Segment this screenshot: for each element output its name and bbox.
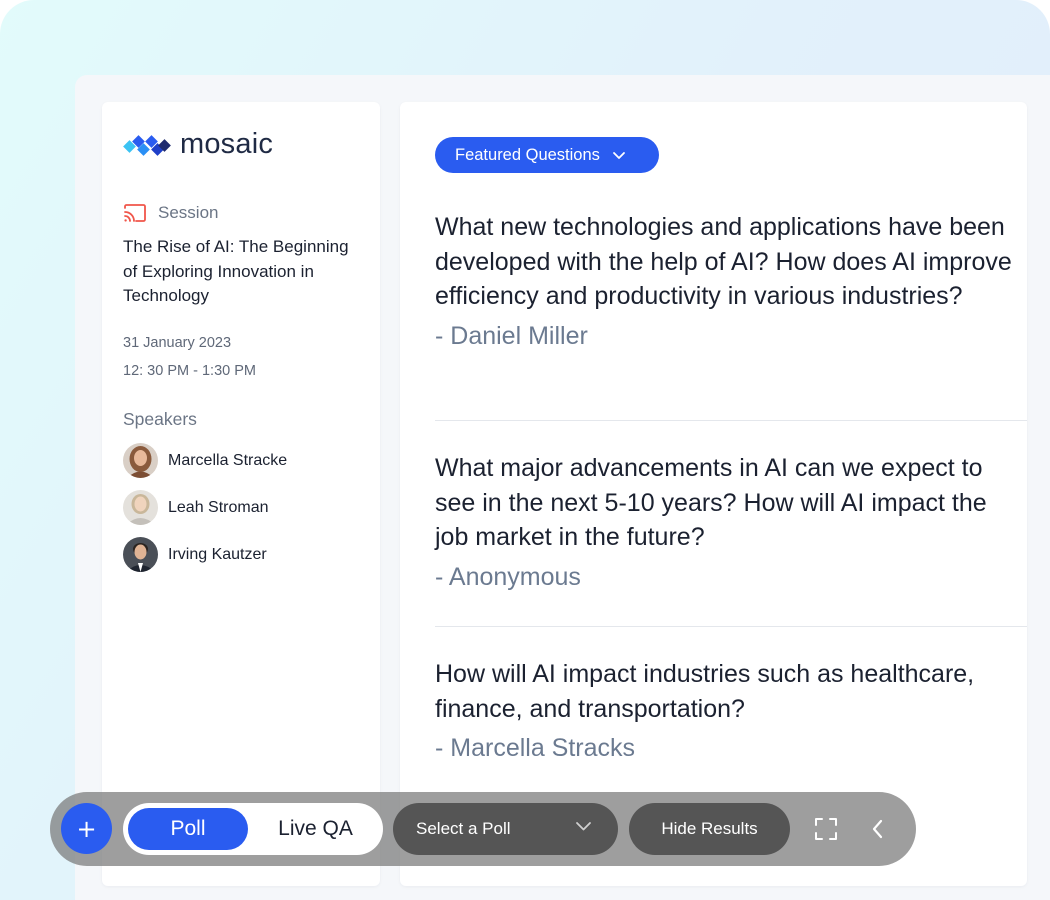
chevron-down-icon [576, 822, 591, 831]
featured-questions-label: Featured Questions [455, 145, 600, 164]
question-author: - Marcella Stracks [435, 734, 636, 762]
live-qa-tab[interactable]: Live QA [253, 808, 378, 850]
question-author: - Daniel Miller [435, 321, 588, 350]
speaker-item[interactable]: Irving Kautzer [123, 537, 267, 572]
session-sidebar: mosaic Session The Rise of AI: The Begin… [102, 102, 380, 886]
avatar [123, 490, 158, 525]
session-label-row: Session [123, 203, 218, 223]
brand-name: mosaic [180, 128, 274, 160]
avatar [123, 537, 158, 572]
question-item[interactable]: What new technologies and applications h… [435, 210, 1015, 351]
questions-panel: Featured Questions What new technologies… [400, 102, 1027, 886]
speaker-name: Marcella Stracke [168, 451, 288, 469]
speaker-name: Leah Stroman [168, 498, 269, 516]
question-item[interactable]: What major advancements in AI can we exp… [435, 451, 1015, 592]
featured-questions-dropdown[interactable]: Featured Questions [435, 137, 659, 173]
chevron-down-icon [613, 151, 625, 159]
session-date: 31 January 2023 [123, 335, 232, 351]
hide-results-button[interactable]: Hide Results [629, 803, 790, 855]
fullscreen-icon[interactable] [814, 817, 838, 841]
brand-logo: mosaic [123, 128, 273, 161]
select-poll-label: Select a Poll [416, 819, 511, 838]
chevron-left-icon[interactable] [870, 818, 886, 840]
session-label: Session [158, 203, 219, 222]
mosaic-logo-icon [123, 134, 171, 156]
add-button[interactable]: + [61, 803, 112, 854]
speaker-item[interactable]: Leah Stroman [123, 490, 269, 525]
session-time: 12: 30 PM - 1:30 PM [123, 363, 256, 379]
question-author: - Anonymous [435, 562, 581, 591]
mode-toggle: Poll Live QA [123, 803, 383, 855]
speaker-name: Irving Kautzer [168, 545, 267, 563]
poll-tab[interactable]: Poll [128, 808, 248, 850]
cast-icon [124, 204, 146, 222]
question-item[interactable]: How will AI impact industries such as he… [435, 657, 1015, 763]
speakers-heading: Speakers [123, 409, 197, 429]
question-text: What new technologies and applications h… [435, 213, 1012, 310]
speaker-item[interactable]: Marcella Stracke [123, 443, 287, 478]
divider [435, 420, 1027, 421]
select-poll-dropdown[interactable]: Select a Poll [393, 803, 618, 855]
question-text: What major advancements in AI can we exp… [435, 454, 987, 551]
session-title: The Rise of AI: The Beginning of Explori… [123, 237, 349, 305]
question-text: How will AI impact industries such as he… [435, 660, 975, 723]
divider [435, 626, 1027, 627]
avatar [123, 443, 158, 478]
